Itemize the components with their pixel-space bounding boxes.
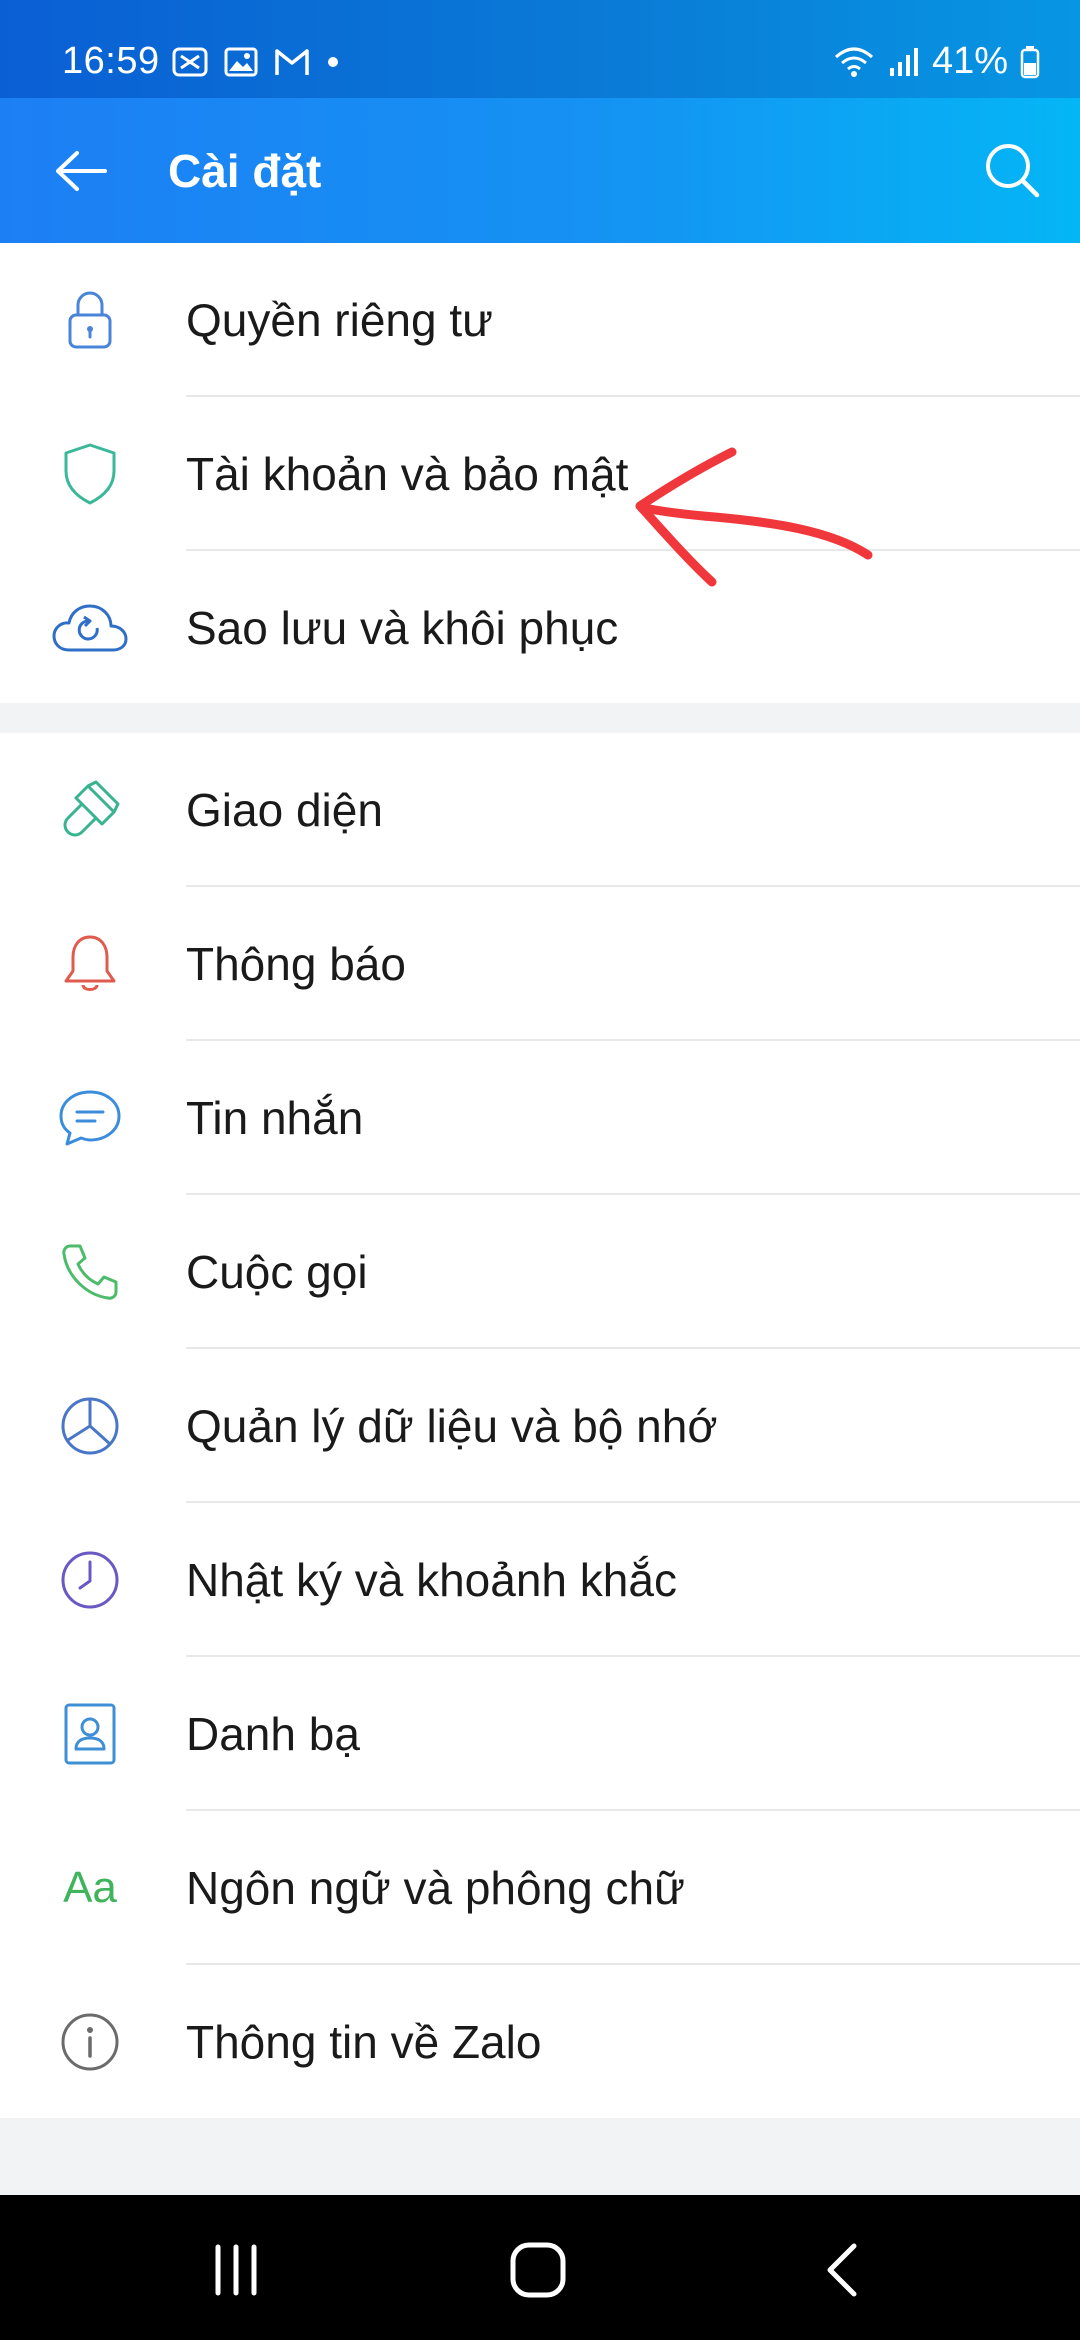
- chat-bubble-icon: [50, 1083, 130, 1153]
- settings-item-label: Danh bạ: [186, 1708, 360, 1760]
- recent-apps-button[interactable]: [186, 2235, 286, 2305]
- search-button[interactable]: [976, 134, 1048, 206]
- search-icon: [986, 144, 1040, 198]
- status-notification-icons: [172, 46, 340, 78]
- battery-icon: [1020, 45, 1040, 78]
- chevron-left-icon: [827, 2243, 857, 2297]
- bell-icon: [50, 929, 130, 999]
- settings-item-account-security[interactable]: Tài khoản và bảo mật: [0, 397, 1080, 551]
- clock-icon: [50, 1545, 130, 1615]
- settings-item-label: Thông tin về Zalo: [186, 2016, 542, 2068]
- pie-chart-icon: [50, 1391, 130, 1461]
- settings-item-backup-restore[interactable]: Sao lưu và khôi phục: [0, 551, 1080, 705]
- paintbrush-icon: [50, 775, 130, 845]
- settings-item-privacy[interactable]: Quyền riêng tư: [0, 243, 1080, 397]
- home-button[interactable]: [488, 2235, 588, 2305]
- app-bar: Cài đặt: [0, 98, 1080, 243]
- settings-item-label: Cuộc gọi: [186, 1246, 368, 1298]
- system-navigation-bar: [0, 2195, 1080, 2340]
- wifi-icon: [834, 47, 873, 77]
- settings-item-label: Sao lưu và khôi phục: [186, 602, 619, 654]
- settings-item-timeline[interactable]: Nhật ký và khoảnh khắc: [0, 1503, 1080, 1657]
- cloud-sync-icon: [50, 593, 130, 663]
- back-button[interactable]: [46, 136, 116, 206]
- settings-item-label: Giao diện: [186, 784, 383, 836]
- arrow-left-icon: [56, 151, 107, 191]
- contact-icon: [50, 1699, 130, 1769]
- settings-item-label: Thông báo: [186, 938, 406, 990]
- signal-icon: [889, 47, 918, 76]
- settings-item-label: Tin nhắn: [186, 1092, 364, 1144]
- battery-percentage: 41%: [931, 40, 1008, 82]
- status-bar: 16:59 41%: [0, 0, 1080, 98]
- settings-item-notifications[interactable]: Thông báo: [0, 887, 1080, 1041]
- settings-item-label: Ngôn ngữ và phông chữ: [186, 1862, 685, 1914]
- dot-icon: [328, 57, 338, 67]
- font-icon-text: Aa: [63, 1863, 117, 1912]
- settings-group-security: Quyền riêng tư Tài khoản và bảo mật Sao …: [0, 243, 1080, 703]
- font-icon: Aa: [50, 1853, 130, 1923]
- back-nav-button[interactable]: [792, 2235, 892, 2305]
- recent-apps-icon: [215, 2244, 257, 2296]
- settings-item-label: Nhật ký và khoảnh khắc: [186, 1554, 677, 1606]
- capcut-icon: [172, 47, 208, 77]
- settings-item-label: Quyền riêng tư: [186, 294, 493, 346]
- info-icon: [50, 2007, 130, 2077]
- gallery-icon: [224, 47, 258, 77]
- shield-icon: [50, 439, 130, 509]
- settings-group-general: Giao diện Thông báo Tin nhắn Cuộc gọi Qu…: [0, 733, 1080, 2118]
- status-system-icons: 41%: [832, 40, 1040, 83]
- settings-item-language-font[interactable]: Aa Ngôn ngữ và phông chữ: [0, 1811, 1080, 1965]
- status-time: 16:59: [62, 40, 160, 82]
- settings-item-label: Tài khoản và bảo mật: [186, 448, 629, 500]
- settings-item-label: Quản lý dữ liệu và bộ nhớ: [186, 1400, 718, 1452]
- settings-item-about[interactable]: Thông tin về Zalo: [0, 1965, 1080, 2119]
- gmail-icon: [275, 49, 309, 75]
- settings-item-contacts[interactable]: Danh bạ: [0, 1657, 1080, 1811]
- home-icon: [510, 2242, 566, 2298]
- settings-item-messages[interactable]: Tin nhắn: [0, 1041, 1080, 1195]
- settings-item-data-storage[interactable]: Quản lý dữ liệu và bộ nhớ: [0, 1349, 1080, 1503]
- settings-item-calls[interactable]: Cuộc gọi: [0, 1195, 1080, 1349]
- settings-item-appearance[interactable]: Giao diện: [0, 733, 1080, 887]
- page-title: Cài đặt: [168, 145, 322, 197]
- phone-icon: [50, 1237, 130, 1307]
- lock-icon: [50, 285, 130, 355]
